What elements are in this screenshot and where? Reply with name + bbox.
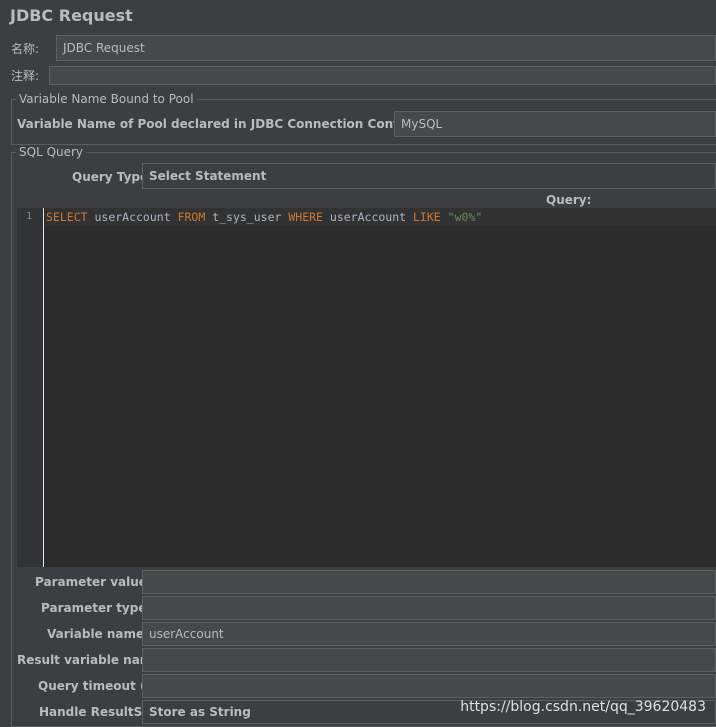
sql-column-2: userAccount (322, 210, 413, 224)
name-input[interactable]: JDBC Request (56, 35, 716, 61)
sql-column: userAccount (87, 210, 178, 224)
sql-string-literal: "w0%" (447, 210, 483, 224)
sql-query-group-title: SQL Query (16, 145, 87, 159)
sql-keyword-from: FROM (177, 210, 206, 224)
sql-space (441, 210, 448, 224)
sql-table: t_sys_user (205, 210, 289, 224)
parameter-values-input[interactable] (142, 570, 716, 594)
query-timeout-input[interactable] (142, 674, 716, 698)
pool-group-title: Variable Name Bound to Pool (16, 92, 197, 106)
page-title: JDBC Request (10, 6, 133, 25)
query-type-label: Query Type: (72, 170, 153, 184)
variable-names-label: Variable names: (47, 627, 157, 641)
pool-variable-input[interactable]: MySQL (394, 111, 716, 137)
comment-input[interactable] (49, 66, 716, 85)
parameter-values-label: Parameter values: (35, 575, 159, 589)
sql-editor[interactable]: 1 SELECT userAccount FROM t_sys_user WHE… (17, 208, 716, 567)
watermark-url: https://blog.csdn.net/qq_39620483 (460, 699, 706, 715)
sql-code: SELECT userAccount FROM t_sys_user WHERE… (46, 210, 482, 224)
parameter-types-input[interactable] (142, 596, 716, 620)
sql-keyword-where: WHERE (288, 210, 323, 224)
name-label: 名称: (11, 42, 40, 56)
line-number: 1 (26, 211, 33, 222)
result-variable-name-input[interactable] (142, 648, 716, 672)
comment-label: 注释: (11, 69, 40, 83)
parameter-types-label: Parameter types: (41, 601, 159, 615)
sql-keyword-select: SELECT (46, 210, 88, 224)
query-type-select[interactable]: Select Statement (142, 163, 716, 189)
variable-names-input[interactable]: userAccount (142, 622, 716, 646)
query-label: Query: (546, 193, 592, 207)
line-number-gutter: 1 (17, 208, 44, 567)
sql-keyword-like: LIKE (413, 210, 441, 224)
